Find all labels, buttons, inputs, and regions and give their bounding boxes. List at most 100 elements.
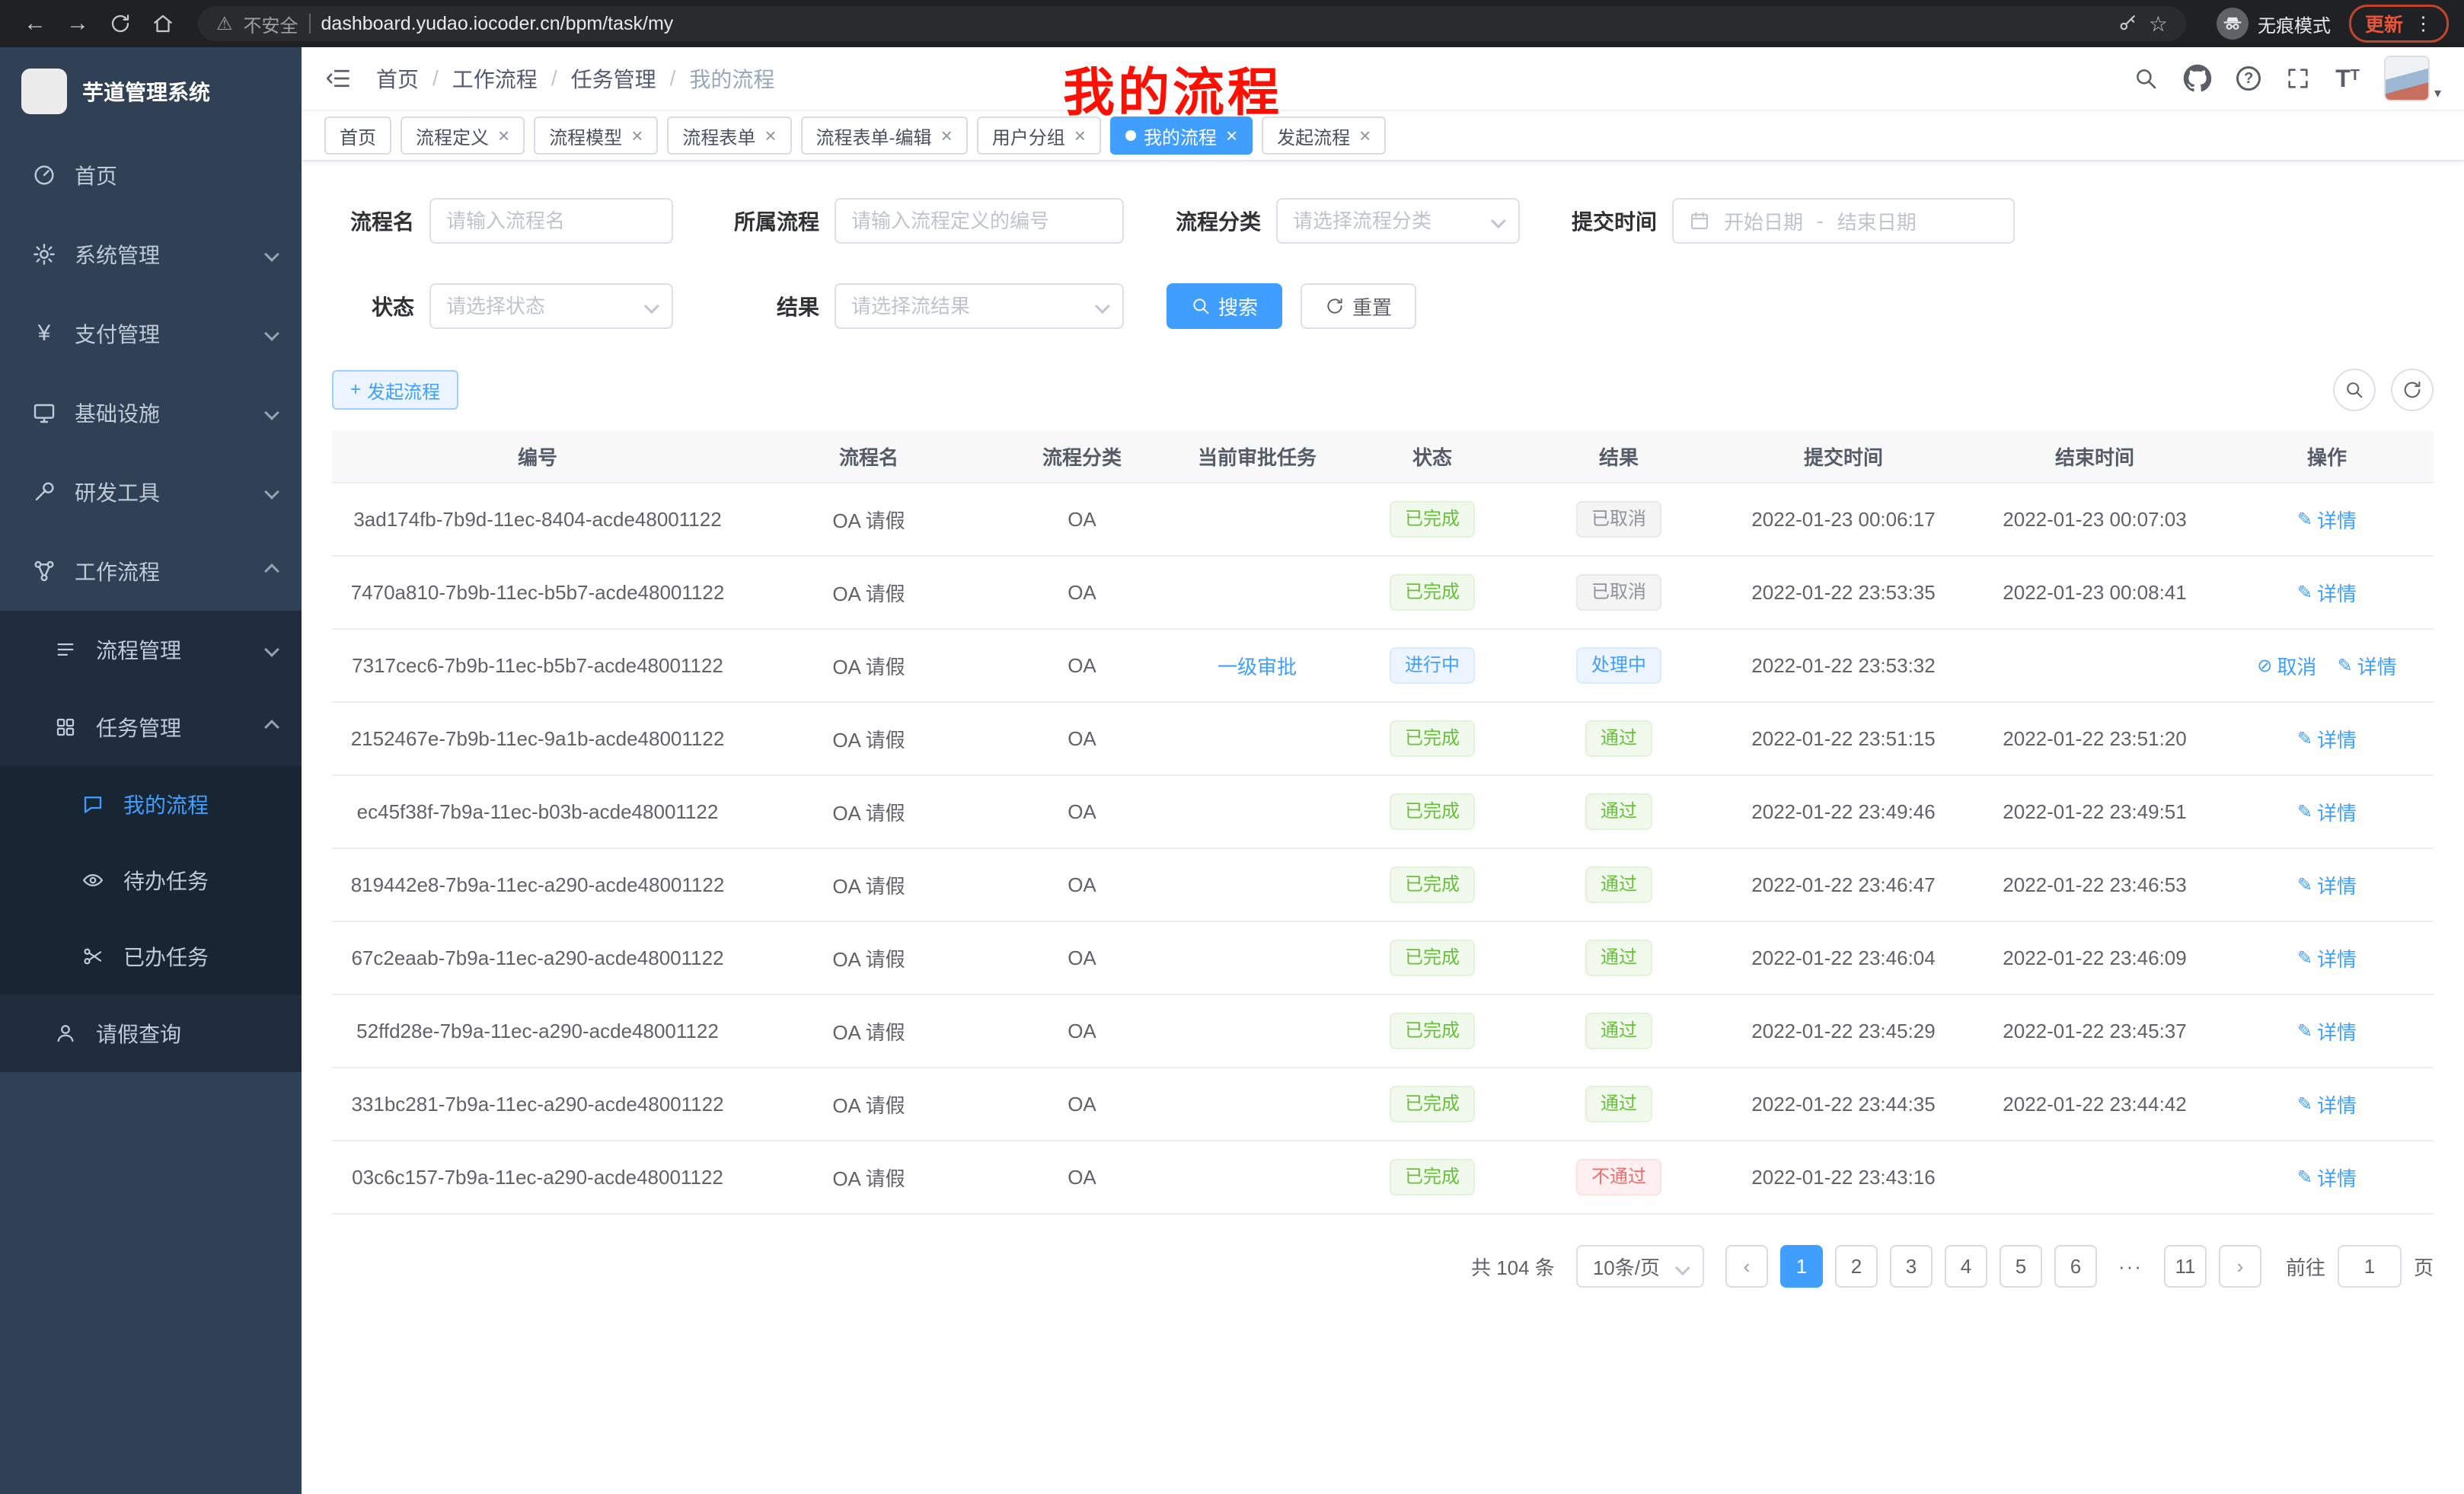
cancel-link[interactable]: ⊘取消 [2257, 652, 2316, 680]
detail-link[interactable]: ✎详情 [2297, 798, 2357, 826]
page-button-4[interactable]: 4 [1945, 1245, 1987, 1288]
status-select-input[interactable] [431, 295, 672, 318]
current-task-link[interactable]: 一级审批 [1218, 656, 1297, 678]
avatar[interactable] [2384, 56, 2430, 101]
page-button-11[interactable]: 11 [2164, 1245, 2207, 1288]
password-key-icon[interactable] [2117, 13, 2138, 34]
detail-link[interactable]: ✎详情 [2338, 652, 2397, 680]
fullscreen-icon[interactable] [2285, 65, 2311, 91]
page-button-2[interactable]: 2 [1835, 1245, 1878, 1288]
create-process-button[interactable]: + 发起流程 [332, 370, 458, 410]
category-select-input[interactable] [1278, 209, 1518, 233]
status-cell: 已完成 [1345, 702, 1520, 775]
sidebar-item-todo-tasks[interactable]: 待办任务 [0, 842, 302, 918]
sidebar-item-leave-query[interactable]: 请假查询 [0, 994, 302, 1072]
close-icon[interactable]: × [631, 126, 643, 145]
prev-page-button[interactable]: ‹ [1725, 1245, 1768, 1288]
result-cell: 通过 [1520, 775, 1718, 848]
url-bar[interactable]: ⚠ 不安全 dashboard.yudao.iocoder.cn/bpm/tas… [198, 6, 2186, 41]
process-name-input[interactable] [429, 198, 673, 244]
close-icon[interactable]: × [498, 126, 509, 145]
bookmark-star-icon[interactable]: ☆ [2149, 11, 2168, 37]
refresh-button[interactable] [2391, 369, 2434, 411]
search-button[interactable]: 搜索 [1167, 283, 1282, 329]
tab-process-form-edit[interactable]: 流程表单-编辑× [801, 117, 968, 155]
github-icon[interactable] [2183, 64, 2212, 93]
sidebar-item-dev-tools[interactable]: 研发工具 [0, 452, 302, 532]
sidebar-item-done-tasks[interactable]: 已办任务 [0, 918, 302, 994]
process-name-label: 流程名 [332, 206, 429, 236]
toggle-search-button[interactable] [2333, 369, 2376, 411]
more-pages-button[interactable]: ··· [2109, 1245, 2152, 1288]
font-size-icon[interactable]: TT [2335, 66, 2360, 91]
sidebar-item-infrastructure[interactable]: 基础设施 [0, 373, 302, 452]
tab-process-form[interactable]: 流程表单× [667, 117, 791, 155]
status-label: 状态 [332, 291, 429, 321]
result-cell: 通过 [1520, 702, 1718, 775]
reset-button[interactable]: 重置 [1301, 283, 1416, 329]
detail-link[interactable]: ✎详情 [2297, 944, 2357, 972]
status-cell: 已完成 [1345, 1141, 1520, 1214]
total-count: 共 104 条 [1471, 1253, 1555, 1281]
page-size-select[interactable]: 10条/页 [1576, 1245, 1704, 1288]
page-button-1[interactable]: 1 [1780, 1245, 1823, 1288]
owner-process-input[interactable] [835, 198, 1124, 244]
submit-time-range[interactable]: 开始日期 - 结束日期 [1672, 198, 2015, 244]
sidebar-item-task-mgmt[interactable]: 任务管理 [0, 688, 302, 766]
home-icon[interactable] [143, 0, 183, 47]
page-button-5[interactable]: 5 [2000, 1245, 2042, 1288]
page-button-6[interactable]: 6 [2054, 1245, 2097, 1288]
tab-process-definition[interactable]: 流程定义× [401, 117, 525, 155]
detail-link[interactable]: ✎详情 [2297, 725, 2357, 753]
category-cell: OA [994, 921, 1170, 994]
result-tag: 通过 [1585, 1013, 1652, 1049]
submit-time-cell: 2022-01-22 23:53:32 [1718, 629, 1969, 702]
detail-link[interactable]: ✎详情 [2297, 1017, 2357, 1045]
result-tag: 通过 [1585, 720, 1652, 757]
incognito-badge: 无痕模式 [2217, 8, 2331, 40]
edit-icon: ✎ [2297, 947, 2312, 969]
update-button[interactable]: 更新 ⋮ [2349, 5, 2449, 43]
result-cell: 通过 [1520, 921, 1718, 994]
tab-process-model[interactable]: 流程模型× [534, 117, 658, 155]
detail-link[interactable]: ✎详情 [2297, 1164, 2357, 1192]
reload-icon[interactable] [101, 0, 140, 47]
category-select[interactable] [1276, 198, 1520, 244]
name-cell: OA 请假 [743, 629, 994, 702]
close-icon[interactable]: × [941, 126, 953, 145]
result-select[interactable] [835, 283, 1124, 329]
close-icon[interactable]: × [764, 126, 776, 145]
close-icon[interactable]: × [1226, 126, 1237, 145]
user-menu[interactable]: ▾ [2384, 56, 2441, 101]
detail-link[interactable]: ✎详情 [2297, 871, 2357, 899]
sidebar-item-system-mgmt[interactable]: 系统管理 [0, 215, 302, 294]
page-button-3[interactable]: 3 [1890, 1245, 1933, 1288]
detail-link[interactable]: ✎详情 [2297, 506, 2357, 534]
sidebar-item-process-mgmt[interactable]: 流程管理 [0, 611, 302, 688]
detail-link[interactable]: ✎详情 [2297, 579, 2357, 607]
help-icon[interactable]: ? [2236, 66, 2261, 91]
result-select-input[interactable] [836, 295, 1122, 318]
forward-icon[interactable]: → [58, 0, 97, 47]
sidebar-toggle[interactable] [324, 65, 352, 92]
search-icon[interactable] [2133, 65, 2159, 91]
status-select[interactable] [429, 283, 673, 329]
breadcrumb-workflow: 工作流程 [452, 63, 538, 94]
sidebar-item-home[interactable]: 首页 [0, 136, 302, 215]
sidebar-item-workflow[interactable]: 工作流程 [0, 532, 302, 611]
close-icon[interactable]: × [1074, 126, 1086, 145]
detail-link[interactable]: ✎详情 [2297, 1090, 2357, 1119]
breadcrumb-home[interactable]: 首页 [376, 63, 419, 94]
sidebar-item-payment-mgmt[interactable]: ¥ 支付管理 [0, 294, 302, 373]
next-page-button[interactable]: › [2219, 1245, 2261, 1288]
annotation-title: 我的流程 [1063, 50, 1282, 126]
close-icon[interactable]: × [1359, 126, 1371, 145]
sidebar-item-my-process[interactable]: 我的流程 [0, 766, 302, 842]
breadcrumb-separator: / [551, 66, 557, 91]
name-cell: OA 请假 [743, 848, 994, 921]
tab-home[interactable]: 首页 [324, 117, 391, 155]
incognito-icon [2217, 8, 2249, 40]
status-cell: 已完成 [1345, 994, 1520, 1068]
back-icon[interactable]: ← [15, 0, 55, 47]
goto-page-input[interactable] [2338, 1245, 2402, 1288]
